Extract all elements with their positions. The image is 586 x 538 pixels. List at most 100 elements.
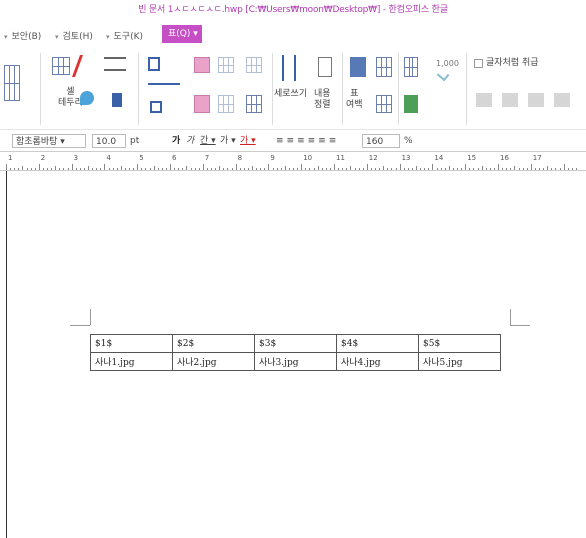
ruler-tick xyxy=(481,166,483,170)
ruler-tick xyxy=(129,168,130,170)
strikethrough-button[interactable]: 가 ▾ xyxy=(220,134,236,148)
cell-even-icon[interactable] xyxy=(218,95,234,113)
ruler-tick xyxy=(387,168,389,170)
cell-divide-icon[interactable] xyxy=(194,95,210,113)
ruler-tick xyxy=(551,168,553,170)
ruler-tick xyxy=(366,164,368,170)
ruler-number: 13 xyxy=(401,154,411,162)
ruler-number: 4 xyxy=(106,154,111,162)
merge-cells-icon[interactable] xyxy=(194,57,210,73)
pen-icon[interactable] xyxy=(71,55,95,77)
window-title: 빈 문서 1ㅅㄷㅅㄷㅅㄷ.hwp [C:₩Users₩moon₩Desktop₩… xyxy=(0,0,586,20)
table-select-icon[interactable] xyxy=(4,65,20,101)
row-height-icon[interactable] xyxy=(376,57,392,77)
ruler-tick xyxy=(403,168,405,170)
calc-icon[interactable] xyxy=(404,95,418,113)
content-align-label[interactable]: 내용 정렬 xyxy=(314,89,331,111)
ruler-number: 8 xyxy=(237,154,243,162)
bold-button[interactable]: 가 xyxy=(172,134,180,148)
table-cell[interactable]: 사나1.jpg xyxy=(90,352,173,371)
font-size-unit[interactable]: pt xyxy=(130,134,139,148)
ruler-tick xyxy=(92,168,94,170)
content-align-icon[interactable] xyxy=(318,57,332,77)
table-cell[interactable]: $5$ xyxy=(418,334,501,353)
horizontal-ruler[interactable]: 1 2 3 4 5 6 7 8 9 10 11 12 13 14 15 16 17 xyxy=(0,151,586,171)
cell-size-icon[interactable] xyxy=(246,95,262,113)
ruler-tick xyxy=(178,168,180,170)
ribbon-divider xyxy=(466,53,467,125)
table-cell[interactable]: 사나2.jpg xyxy=(172,352,255,371)
delete-icon[interactable] xyxy=(150,101,162,113)
ruler-tick xyxy=(256,168,258,170)
table-grid-icon[interactable] xyxy=(246,57,262,73)
ruler-tick xyxy=(51,168,53,170)
table-cell[interactable]: $3$ xyxy=(254,334,337,353)
ruler-tick xyxy=(239,168,241,170)
ruler-tick xyxy=(141,168,143,170)
font-size-input[interactable]: 10.0 xyxy=(92,134,126,148)
table-cell[interactable]: $1$ xyxy=(90,334,173,353)
ruler-tick xyxy=(362,168,364,170)
ruler-tick xyxy=(321,168,323,170)
table-cell[interactable]: 사나5.jpg xyxy=(418,352,501,371)
treat-as-char-checkbox[interactable] xyxy=(474,59,483,68)
line-style-icon[interactable] xyxy=(104,57,126,71)
number-format-value[interactable]: 1,000 xyxy=(436,59,459,68)
line-spacing-value: 160 xyxy=(366,137,384,147)
ribbon-divider xyxy=(138,53,139,125)
menu-review[interactable]: ▾ 검토(H) xyxy=(55,29,93,42)
align-buttons[interactable]: ≡≡≡≡≡≡ xyxy=(276,134,339,148)
menu-security[interactable]: ▾ 보안(B) xyxy=(4,29,41,42)
ruler-tick xyxy=(153,166,155,170)
column-width-icon[interactable] xyxy=(376,95,392,113)
ruler-tick xyxy=(194,168,196,170)
menu-bar: ▾ 보안(B) ▾ 검토(H) ▾ 도구(K) 표(Q) ▾ xyxy=(0,21,586,49)
table-cell[interactable]: 사나3.jpg xyxy=(254,352,337,371)
font-name-select[interactable]: 함초롬바탕 ▾ xyxy=(12,134,86,148)
wrap-style-icons[interactable] xyxy=(476,93,576,107)
ruler-tick xyxy=(518,168,520,170)
table-properties-icon[interactable] xyxy=(350,57,366,77)
underline-button[interactable]: 간 ▾ xyxy=(200,134,216,148)
check-icon[interactable] xyxy=(436,68,450,82)
ruler-tick xyxy=(161,168,163,170)
table-margin-label[interactable]: 표 여백 xyxy=(346,89,363,111)
ruler-tick xyxy=(436,168,438,170)
table-row[interactable]: 사나1.jpg 사나2.jpg 사나3.jpg 사나4.jpg 사나5.jpg xyxy=(90,352,501,371)
table-cell[interactable]: 사나4.jpg xyxy=(336,352,419,371)
ruler-tick xyxy=(247,168,249,170)
line-spacing-unit[interactable]: % xyxy=(404,134,413,148)
insert-column-icon[interactable] xyxy=(148,83,180,93)
font-name-value: 함초롬바탕 xyxy=(16,137,58,147)
formula-icon[interactable] xyxy=(404,57,418,77)
menu-tools[interactable]: ▾ 도구(K) xyxy=(106,29,143,42)
font-size-value: 10.0 xyxy=(96,137,117,147)
ruler-tick xyxy=(34,168,36,170)
ruler-tick xyxy=(432,164,434,170)
ruler-tick xyxy=(170,164,171,170)
format-toolbar: 함초롬바탕 ▾ 10.0 pt 가 가 간 ▾ 가 ▾ 가 ▾ ≡≡≡≡≡≡ 1… xyxy=(0,129,586,151)
insert-row-icon[interactable] xyxy=(148,57,160,71)
ruler-tick xyxy=(268,164,270,170)
cell-fill-icon[interactable] xyxy=(112,93,122,107)
ruler-tick xyxy=(575,168,577,170)
split-cells-icon[interactable] xyxy=(218,57,234,73)
table-row[interactable]: $1$ $2$ $3$ $4$ $5$ xyxy=(90,334,501,353)
ruler-tick xyxy=(350,166,352,170)
font-color-button[interactable]: 가 ▾ xyxy=(240,134,256,148)
ruler-tick xyxy=(215,168,217,170)
vertical-write-label[interactable]: 세로쓰기 xyxy=(274,89,307,100)
doc-table[interactable]: $1$ $2$ $3$ $4$ $5$ 사나1.jpg 사나2.jpg 사나3.… xyxy=(90,334,501,371)
menu-table[interactable]: 표(Q) ▾ xyxy=(162,25,202,43)
cell-border-grid-icon[interactable] xyxy=(52,57,70,75)
ruler-tick xyxy=(354,168,356,170)
ruler-tick xyxy=(309,168,311,170)
table-cell[interactable]: $2$ xyxy=(172,334,255,353)
vertical-write-icon[interactable] xyxy=(282,55,296,81)
italic-button[interactable]: 가 xyxy=(186,134,194,148)
fill-bucket-icon[interactable] xyxy=(80,91,94,105)
ruler-tick xyxy=(358,168,360,170)
line-spacing-input[interactable]: 160 xyxy=(362,134,400,148)
table-cell[interactable]: $4$ xyxy=(336,334,419,353)
ruler-tick xyxy=(252,166,253,170)
